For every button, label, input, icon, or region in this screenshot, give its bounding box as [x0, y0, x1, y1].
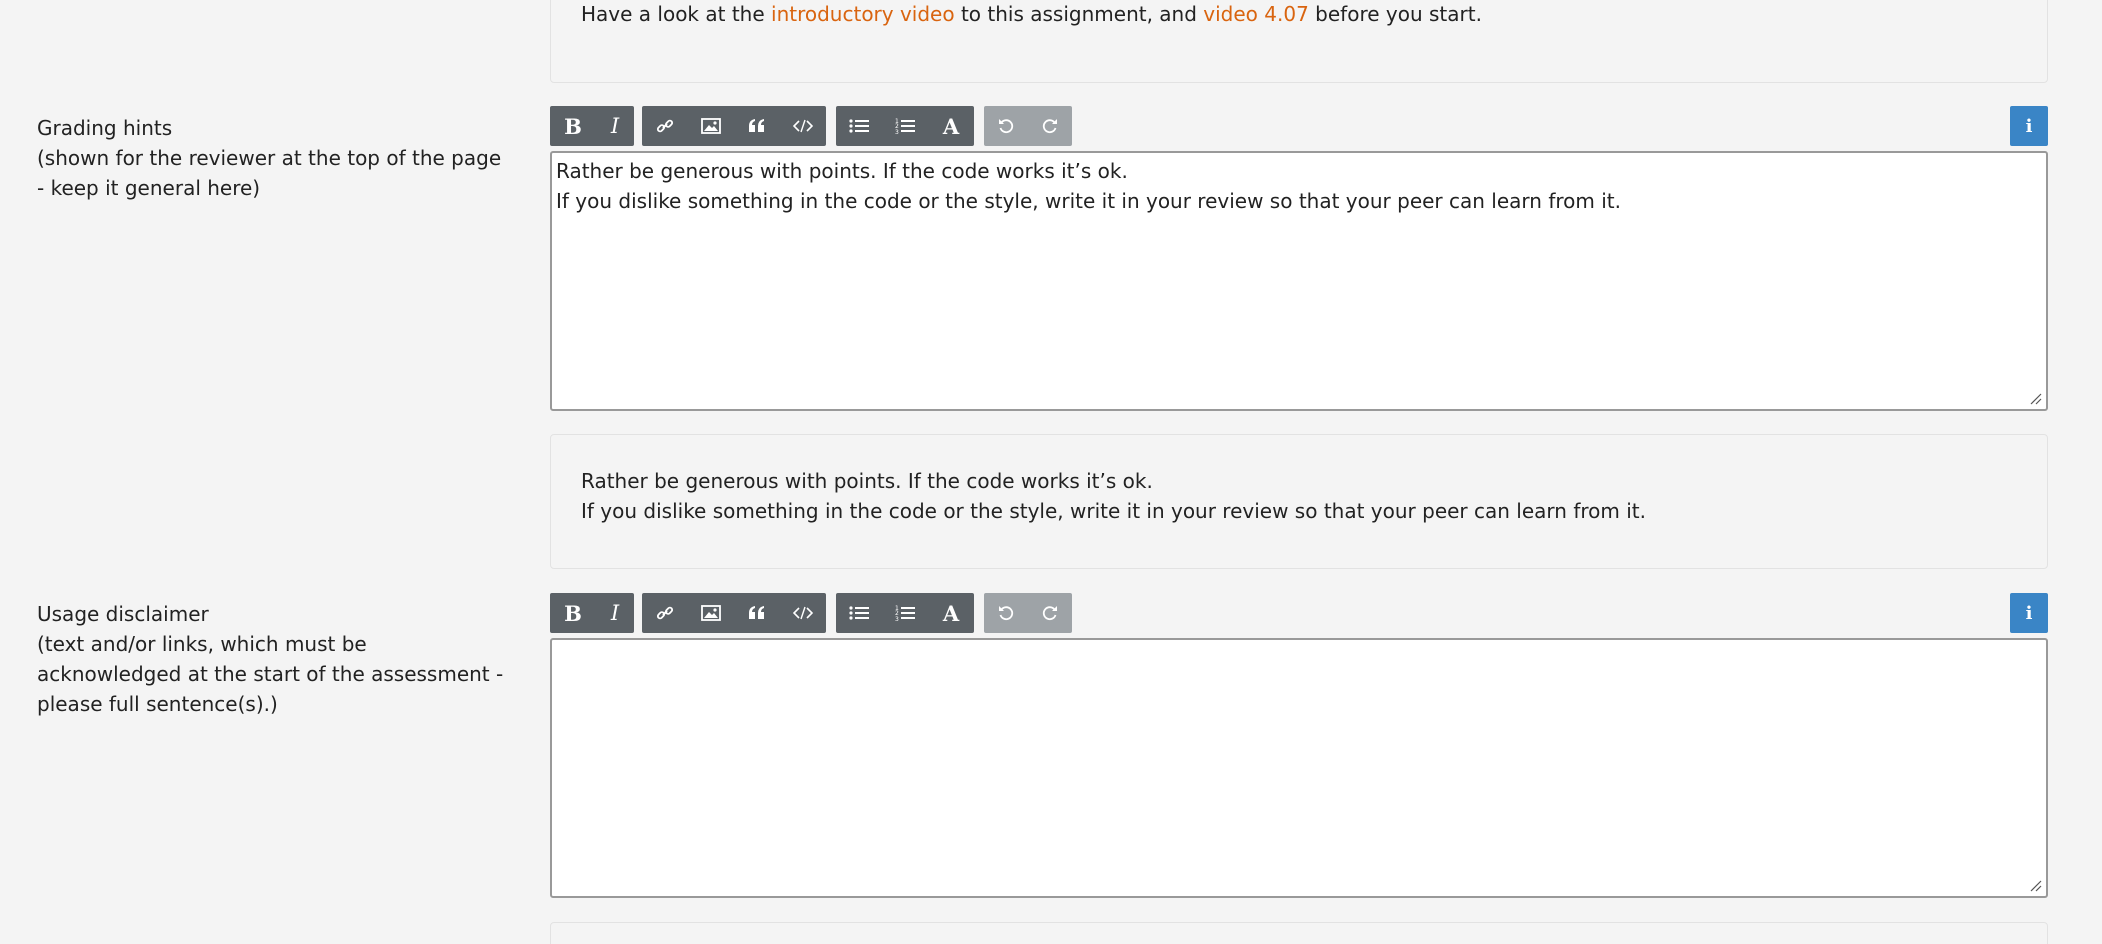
- redo-button[interactable]: [1028, 593, 1072, 633]
- history-group: [984, 593, 1072, 633]
- quote-icon: [749, 606, 764, 619]
- resize-grip-icon[interactable]: [2030, 880, 2042, 892]
- intro-text-before: Have a look at the: [581, 2, 772, 26]
- intro-preview-text: Have a look at the introductory video to…: [581, 0, 2017, 29]
- grading-hints-toolbar: B I 123 A i: [550, 106, 2048, 146]
- grading-hints-label: Grading hints (shown for the reviewer at…: [37, 113, 512, 203]
- redo-icon: [1042, 119, 1057, 134]
- italic-icon: I: [610, 113, 620, 138]
- usage-disclaimer-preview: [550, 922, 2048, 944]
- numbered-list-icon: 123: [895, 605, 915, 622]
- info-icon: i: [2025, 115, 2033, 137]
- grading-hints-title: Grading hints: [37, 116, 173, 140]
- grading-hints-editor-line-2: If you dislike something in the code or …: [556, 189, 1621, 213]
- usage-disclaimer-title: Usage disclaimer: [37, 602, 209, 626]
- format-group: B I: [550, 593, 634, 633]
- page: Have a look at the introductory video to…: [0, 0, 2102, 944]
- code-icon: [793, 119, 813, 133]
- code-button[interactable]: [780, 593, 826, 633]
- numbered-list-button[interactable]: 123: [882, 593, 928, 633]
- grading-hints-editor[interactable]: Rather be generous with points. If the c…: [550, 151, 2048, 411]
- heading-button[interactable]: A: [928, 106, 974, 146]
- info-button[interactable]: i: [2010, 593, 2048, 633]
- link-icon: [656, 119, 674, 133]
- quote-button[interactable]: [734, 593, 780, 633]
- italic-button[interactable]: I: [596, 106, 634, 146]
- grading-hints-preview: Rather be generous with points. If the c…: [550, 434, 2048, 569]
- undo-button[interactable]: [984, 106, 1028, 146]
- heading-button[interactable]: A: [928, 593, 974, 633]
- grading-hints-preview-line-2: If you dislike something in the code or …: [581, 499, 1646, 523]
- bold-button[interactable]: B: [550, 106, 596, 146]
- heading-icon: A: [942, 600, 960, 626]
- bullet-list-button[interactable]: [836, 593, 882, 633]
- undo-icon: [999, 606, 1014, 621]
- heading-icon: A: [942, 113, 960, 139]
- insert-group: [642, 106, 826, 146]
- link-button[interactable]: [642, 593, 688, 633]
- intro-text-middle: to this assignment, and: [954, 2, 1204, 26]
- bullet-list-button[interactable]: [836, 106, 882, 146]
- history-group: [984, 106, 1072, 146]
- code-button[interactable]: [780, 106, 826, 146]
- format-group: B I: [550, 106, 634, 146]
- svg-text:3: 3: [895, 616, 899, 622]
- bold-icon: B: [564, 600, 582, 626]
- video-link[interactable]: video 4.07: [1203, 2, 1309, 26]
- usage-disclaimer-label: Usage disclaimer (text and/or links, whi…: [37, 599, 512, 719]
- undo-button[interactable]: [984, 593, 1028, 633]
- bold-button[interactable]: B: [550, 593, 596, 633]
- link-button[interactable]: [642, 106, 688, 146]
- grading-hints-preview-line-1: Rather be generous with points. If the c…: [581, 469, 1153, 493]
- grading-hints-editor-line-1: Rather be generous with points. If the c…: [556, 159, 1128, 183]
- numbered-list-icon: 123: [895, 118, 915, 135]
- undo-icon: [999, 119, 1014, 134]
- italic-button[interactable]: I: [596, 593, 634, 633]
- list-group: 123 A: [836, 593, 974, 633]
- image-button[interactable]: [688, 593, 734, 633]
- image-icon: [701, 605, 721, 621]
- redo-icon: [1042, 606, 1057, 621]
- bullet-list-icon: [849, 119, 869, 133]
- usage-disclaimer-sublabel: (text and/or links, which must be acknow…: [37, 632, 504, 716]
- info-icon: i: [2025, 602, 2033, 624]
- info-button[interactable]: i: [2010, 106, 2048, 146]
- code-icon: [793, 606, 813, 620]
- image-button[interactable]: [688, 106, 734, 146]
- introductory-video-link[interactable]: introductory video: [771, 2, 955, 26]
- italic-icon: I: [610, 600, 620, 625]
- image-icon: [701, 118, 721, 134]
- usage-disclaimer-editor[interactable]: [550, 638, 2048, 898]
- resize-grip-icon[interactable]: [2030, 393, 2042, 405]
- svg-text:3: 3: [895, 129, 899, 135]
- link-icon: [656, 606, 674, 620]
- insert-group: [642, 593, 826, 633]
- quote-button[interactable]: [734, 106, 780, 146]
- intro-preview: Have a look at the introductory video to…: [550, 0, 2048, 83]
- numbered-list-button[interactable]: 123: [882, 106, 928, 146]
- bold-icon: B: [564, 113, 582, 139]
- redo-button[interactable]: [1028, 106, 1072, 146]
- quote-icon: [749, 119, 764, 132]
- usage-disclaimer-toolbar: B I 123 A i: [550, 593, 2048, 633]
- bullet-list-icon: [849, 606, 869, 620]
- grading-hints-sublabel: (shown for the reviewer at the top of th…: [37, 146, 502, 200]
- list-group: 123 A: [836, 106, 974, 146]
- intro-text-after: before you start.: [1308, 2, 1482, 26]
